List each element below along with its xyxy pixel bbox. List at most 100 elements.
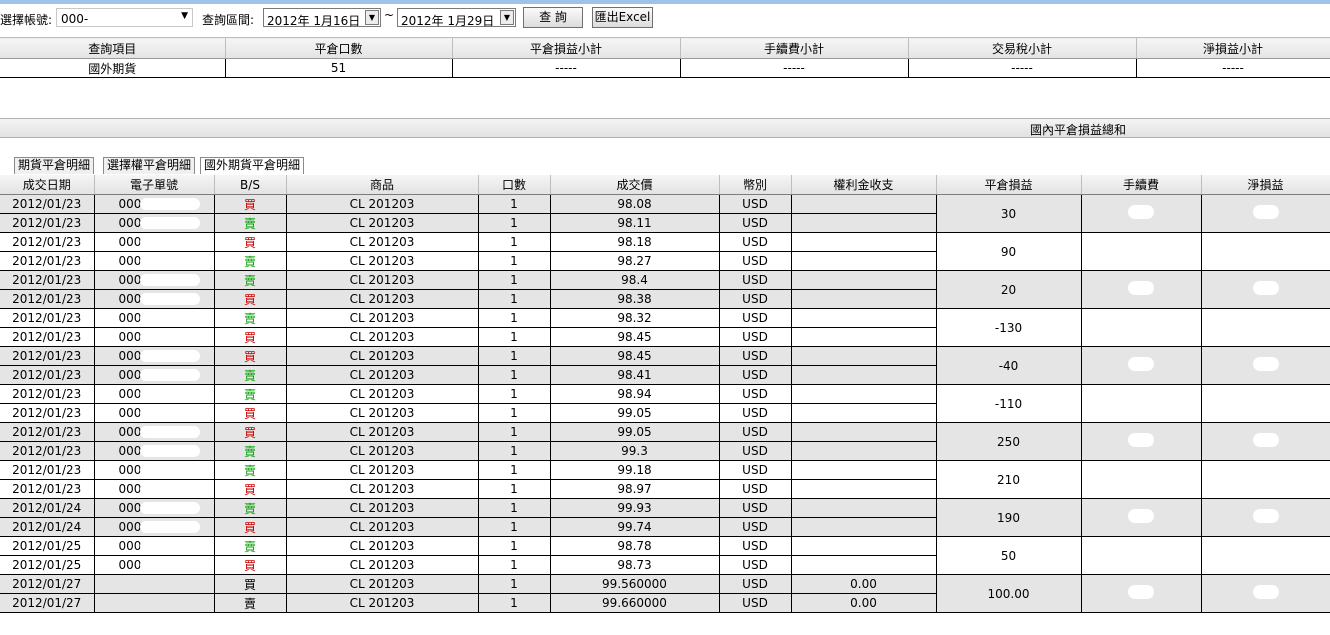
cell-bs: 買 <box>214 194 287 214</box>
cell-premium <box>791 403 937 423</box>
redaction-mark <box>1252 433 1279 447</box>
calendar-dropdown-icon[interactable]: ▼ <box>500 10 514 25</box>
cell-price: 98.94 <box>550 384 720 404</box>
redaction-mark <box>139 331 200 343</box>
col-header-price[interactable]: 成交價 <box>550 175 720 195</box>
cell-currency: USD <box>719 384 792 404</box>
summary-header[interactable]: 平倉損益小計 <box>452 37 681 59</box>
cell-premium <box>791 232 937 252</box>
col-header-currency[interactable]: 幣別 <box>719 175 792 195</box>
order-no-text: 000 <box>118 273 142 287</box>
cell-order-no: 000 <box>94 289 215 309</box>
cell-product: CL 201203 <box>286 251 479 271</box>
table-row[interactable]: 2012/01/23 000 賣 CL 201203 1 99.18 USD 210 <box>0 460 1330 499</box>
summary-header[interactable]: 手續費小計 <box>680 37 909 59</box>
redaction-mark <box>139 255 200 267</box>
cell-qty: 1 <box>478 441 551 461</box>
cell-price: 98.32 <box>550 308 720 328</box>
cell-qty: 1 <box>478 308 551 328</box>
cell-premium: 0.00 <box>791 593 937 613</box>
cell-net-pnl <box>1201 422 1330 461</box>
table-row[interactable]: 2012/01/23 000 買 CL 201203 1 98.45 USD -40 <box>0 346 1330 385</box>
summary-header[interactable]: 淨損益小計 <box>1136 37 1330 59</box>
table-row[interactable]: 2012/01/24 000- 賣 CL 201203 1 99.93 USD 190 <box>0 498 1330 537</box>
cell-product: CL 201203 <box>286 498 479 518</box>
account-label: 選擇帳號: <box>0 13 53 27</box>
cell-close-pnl: -130 <box>936 308 1082 347</box>
cell-premium <box>791 251 937 271</box>
tab-foreign-futures-close[interactable]: 國外期貨平倉明細 <box>200 157 305 174</box>
table-row[interactable]: 2012/01/23 000- 賣 CL 201203 1 98.94 USD -110 <box>0 384 1330 423</box>
col-header-product[interactable]: 商品 <box>286 175 479 195</box>
col-header-date[interactable]: 成交日期 <box>0 175 95 195</box>
redaction-mark <box>139 426 200 438</box>
table-row[interactable]: 2012/01/27 買 CL 201203 1 99.560000 USD 0.00 100… <box>0 574 1330 613</box>
cell-product: CL 201203 <box>286 574 479 594</box>
cell-bs: 賣 <box>214 213 287 233</box>
domestic-total-label: 國內平倉損益總和 <box>1030 123 1127 137</box>
col-header-order-no[interactable]: 電子單號 <box>94 175 215 195</box>
table-row[interactable]: 2012/01/23 000- 買 CL 201203 1 98.18 USD 90 <box>0 232 1330 271</box>
col-header-bs[interactable]: B/S <box>214 175 287 195</box>
cell-close-pnl: 210 <box>936 460 1082 499</box>
date-to-picker[interactable]: 2012年 1月29日 ▼ <box>397 8 516 28</box>
cell-date: 2012/01/24 <box>0 517 95 537</box>
cell-order-no: 000- <box>94 479 215 499</box>
query-button[interactable]: 查 詢 <box>523 7 583 28</box>
redaction-mark <box>139 369 200 381</box>
chevron-down-icon[interactable]: ▼ <box>181 11 188 21</box>
calendar-dropdown-icon[interactable]: ▼ <box>365 10 379 25</box>
cell-currency: USD <box>719 327 792 347</box>
cell-price: 98.08 <box>550 194 720 214</box>
tab-options-close[interactable]: 選擇權平倉明細 <box>103 157 196 174</box>
cell-bs: 買 <box>214 327 287 347</box>
cell-qty: 1 <box>478 574 551 594</box>
table-row[interactable]: 2012/01/23 000- 買 CL 201203 1 98.08 USD 30 <box>0 194 1330 233</box>
cell-fee <box>1081 498 1202 537</box>
redaction-mark <box>139 388 200 400</box>
cell-order-no: 000- <box>94 517 215 537</box>
summary-header[interactable]: 交易稅小計 <box>908 37 1137 59</box>
cell-product: CL 201203 <box>286 289 479 309</box>
redaction-mark <box>139 236 200 248</box>
export-excel-button[interactable]: 匯出Excel <box>592 7 653 28</box>
redaction-mark <box>1128 433 1154 447</box>
cell-price: 99.74 <box>550 517 720 537</box>
cell-premium: 0.00 <box>791 574 937 594</box>
cell-date: 2012/01/23 <box>0 384 95 404</box>
table-row[interactable]: 2012/01/25 000 賣 CL 201203 1 98.78 USD 50 <box>0 536 1330 575</box>
table-row[interactable]: 2012/01/23 000- 賣 CL 201203 1 98.32 USD -130 <box>0 308 1330 347</box>
cell-premium <box>791 517 937 537</box>
cell-qty: 1 <box>478 289 551 309</box>
cell-currency: USD <box>719 593 792 613</box>
summary-header[interactable]: 查詢項目 <box>0 37 226 59</box>
summary-table: 查詢項目 平倉口數 平倉損益小計 手續費小計 交易稅小計 淨損益小計 國外期貨 … <box>0 37 1330 78</box>
cell-qty: 1 <box>478 498 551 518</box>
redaction-mark <box>139 293 200 305</box>
cell-net-pnl <box>1201 270 1330 309</box>
date-to-value: 2012年 1月29日 <box>401 14 495 28</box>
cell-date: 2012/01/23 <box>0 346 95 366</box>
cell-currency: USD <box>719 403 792 423</box>
redaction-mark <box>1128 509 1154 523</box>
summary-row[interactable]: 國外期貨 51 ----- ----- ----- ----- <box>0 58 1330 78</box>
cell-bs: 賣 <box>214 270 287 290</box>
cell-close-pnl: 100.00 <box>936 574 1082 613</box>
cell-price: 98.73 <box>550 555 720 575</box>
cell-premium <box>791 555 937 575</box>
col-header-close-pnl[interactable]: 平倉損益 <box>936 175 1082 195</box>
tab-futures-close[interactable]: 期貨平倉明細 <box>14 157 95 174</box>
col-header-qty[interactable]: 口數 <box>478 175 551 195</box>
col-header-fee[interactable]: 手續費 <box>1081 175 1202 195</box>
redaction-mark <box>1252 205 1279 219</box>
cell-date: 2012/01/23 <box>0 422 95 442</box>
cell-bs: 買 <box>214 479 287 499</box>
redaction-mark <box>1252 509 1279 523</box>
date-from-picker[interactable]: 2012年 1月16日 ▼ <box>263 8 381 28</box>
col-header-net-pnl[interactable]: 淨損益 <box>1201 175 1330 195</box>
account-select[interactable]: 000- ▼ <box>56 8 193 27</box>
table-row[interactable]: 2012/01/23 000 買 CL 201203 1 99.05 USD 250 <box>0 422 1330 461</box>
table-row[interactable]: 2012/01/23 000 賣 CL 201203 1 98.4 USD 20 <box>0 270 1330 309</box>
col-header-premium[interactable]: 權利金收支 <box>791 175 937 195</box>
summary-header[interactable]: 平倉口數 <box>225 37 453 59</box>
